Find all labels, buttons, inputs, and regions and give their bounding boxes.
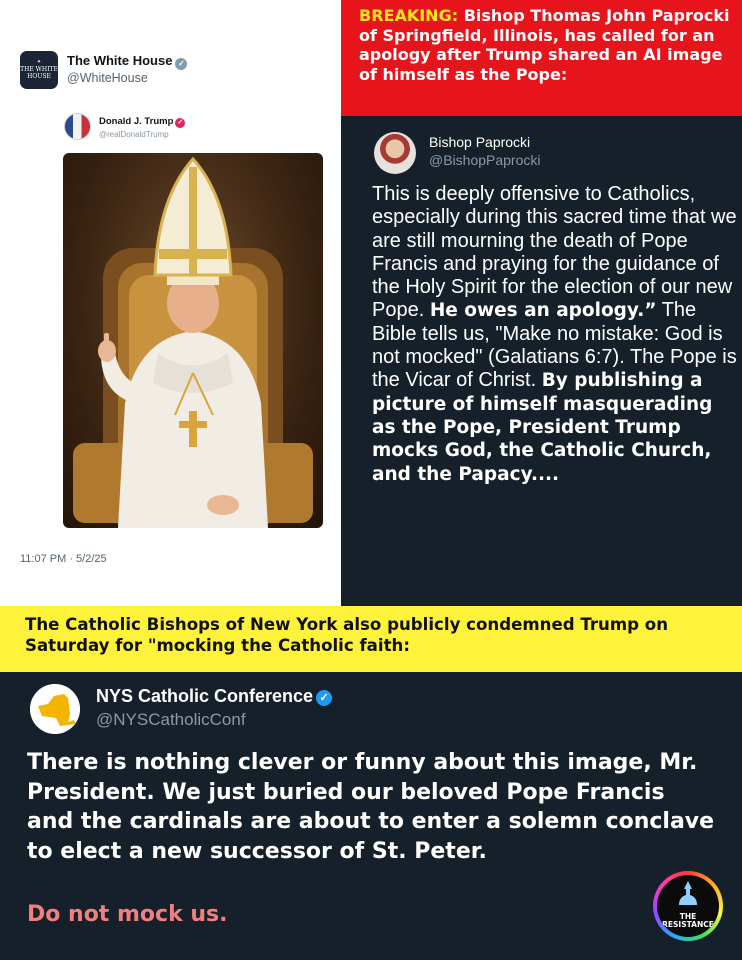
verified-badge-icon: ✓ xyxy=(316,690,333,706)
pope-illustration xyxy=(73,156,313,528)
breaking-text-block: BREAKING: Bishop Thomas John Paprocki of… xyxy=(359,6,732,84)
breaking-label: BREAKING: xyxy=(359,6,459,25)
trump-name[interactable]: Donald J. Trump ✓ xyxy=(99,116,186,128)
tweet-timestamp[interactable]: 11:07 PM · 5/2/25 xyxy=(20,553,107,565)
white-house-logo-icon[interactable]: ✦ THE WHITE HOUSE xyxy=(20,51,58,89)
nys-catholic-name-text: NYS Catholic Conference xyxy=(96,686,314,706)
trump-avatar[interactable] xyxy=(64,113,91,140)
white-house-logo-text: THE WHITE HOUSE xyxy=(20,66,58,80)
white-house-seal-icon: ✦ xyxy=(36,59,42,65)
trump-name-text: Donald J. Trump xyxy=(99,116,174,127)
white-house-handle[interactable]: @WhiteHouse xyxy=(67,71,148,85)
bishop-avatar[interactable] xyxy=(374,132,416,174)
nys-catholic-tweet: NYS Catholic Conference ✓ @NYSCatholicCon… xyxy=(0,672,742,960)
nys-tweet-text: There is nothing clever or funny about t… xyxy=(27,750,715,864)
new-york-bishops-banner: The Catholic Bishops of New York also pu… xyxy=(0,606,742,672)
bishop-bold-part-1: He owes an apology.” xyxy=(429,300,657,322)
nys-catholic-avatar[interactable] xyxy=(30,684,80,734)
white-house-name[interactable]: The White House ✓ xyxy=(67,53,188,70)
bishop-name[interactable]: Bishop Paprocki xyxy=(429,134,530,150)
white-house-name-text: The White House xyxy=(67,53,173,68)
yellow-banner-text: The Catholic Bishops of New York also pu… xyxy=(25,615,669,655)
nys-tweet-closing: Do not mock us. xyxy=(27,902,228,927)
ai-pope-image[interactable] xyxy=(63,153,323,528)
bishop-tweet-text: This is deeply offensive to Catholics, e… xyxy=(372,183,742,486)
nys-catholic-name[interactable]: NYS Catholic Conference ✓ xyxy=(96,686,333,707)
resistance-line-2: RESISTANCE xyxy=(662,920,714,929)
white-house-tweet: ✦ THE WHITE HOUSE The White House ✓ @Whit… xyxy=(0,0,341,606)
bishop-tweet: Bishop Paprocki @BishopPaprocki This is … xyxy=(341,116,742,606)
nys-catholic-handle[interactable]: @NYSCatholicConf xyxy=(96,710,246,730)
new-york-state-icon xyxy=(30,684,80,734)
verified-badge-icon: ✓ xyxy=(175,58,188,70)
bishop-handle[interactable]: @BishopPaprocki xyxy=(429,152,541,168)
breaking-banner: BREAKING: Bishop Thomas John Paprocki of… xyxy=(341,0,742,116)
verified-badge-icon: ✓ xyxy=(175,118,186,128)
trump-handle[interactable]: @realDonaldTrump xyxy=(99,130,169,139)
resistance-logo-inner: THE RESISTANCE xyxy=(657,875,719,937)
resistance-logo-text: THE RESISTANCE xyxy=(657,913,719,929)
resistance-logo-icon: THE RESISTANCE xyxy=(653,871,723,941)
